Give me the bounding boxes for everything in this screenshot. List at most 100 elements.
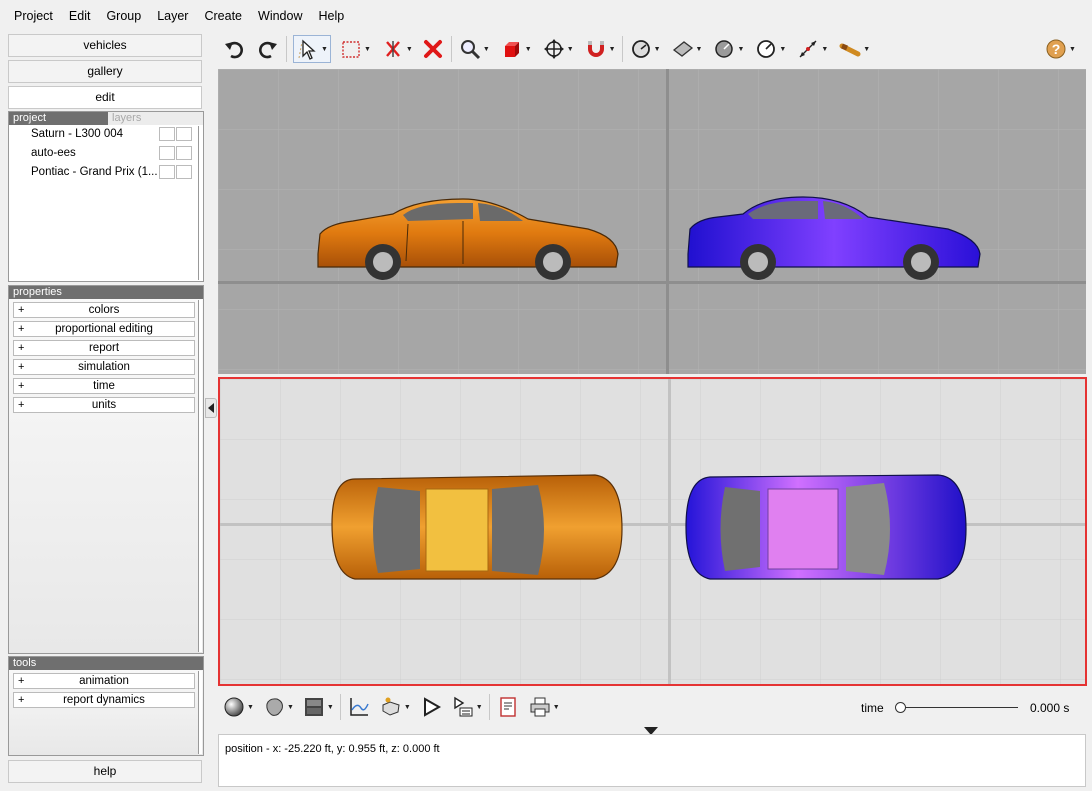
expand-icon: + — [18, 675, 25, 687]
prop-report[interactable]: + report — [13, 340, 195, 356]
pontiac-top-view[interactable] — [331, 474, 623, 580]
time-slider-handle[interactable] — [895, 702, 906, 713]
vehicles-button[interactable]: vehicles — [8, 34, 202, 57]
play-button[interactable] — [419, 693, 443, 721]
toolbar-separator — [286, 36, 287, 62]
chevron-down-icon: ▼ — [326, 703, 334, 711]
measure-icon — [799, 40, 817, 58]
toolbar-separator — [450, 36, 452, 62]
tool-animation[interactable]: + animation — [13, 673, 195, 689]
edit-button[interactable]: edit — [8, 86, 202, 109]
collapse-panel-handle[interactable] — [205, 398, 217, 418]
shading-button[interactable]: ▼ — [222, 693, 254, 721]
help-menu-button[interactable]: ? ▼ — [1044, 35, 1076, 63]
playback-options-button[interactable]: ▼ — [451, 693, 483, 721]
measure-button[interactable]: ▼ — [796, 35, 828, 63]
tab-layers[interactable]: layers — [108, 112, 203, 125]
chevron-down-icon: ▼ — [247, 703, 254, 711]
disc-button[interactable]: ▼ — [712, 35, 744, 63]
menu-help[interactable]: Help — [310, 5, 352, 27]
surface-button[interactable]: ▼ — [671, 35, 702, 63]
menu-project[interactable]: Project — [6, 5, 61, 27]
chevron-down-icon: ▼ — [363, 45, 371, 53]
chevron-down-icon: ▼ — [286, 703, 294, 711]
prop-proportional-editing[interactable]: + proportional editing — [13, 321, 195, 337]
move-button[interactable]: ▼ — [542, 35, 574, 63]
disc-icon — [715, 40, 734, 58]
cube-icon — [504, 42, 519, 57]
project-item[interactable]: Pontiac - Grand Prix (1... — [9, 163, 203, 182]
gallery-button[interactable]: gallery — [8, 60, 202, 83]
gauge-icon — [757, 40, 776, 58]
time-slider-track[interactable] — [898, 707, 1018, 708]
chevron-down-icon: ▼ — [552, 703, 560, 711]
chevron-down-icon: ▼ — [475, 703, 483, 711]
menu-edit[interactable]: Edit — [61, 5, 99, 27]
tire-button[interactable]: ▼ — [629, 35, 661, 63]
main-toolbar: ▼ ▼ ▼ ▼ ▼ ▼ ▼ ▼ ▼ ▼ ▼ ▼ ▼ ? ▼ — [218, 32, 1092, 66]
tools-scrollbar[interactable] — [198, 671, 202, 754]
zoom-button[interactable]: ▼ — [458, 35, 490, 63]
material-button[interactable]: ▼ — [262, 693, 294, 721]
properties-pane: properties + colors + proportional editing… — [8, 285, 204, 654]
report-button[interactable] — [496, 693, 520, 721]
select-tool-button[interactable]: ▼ — [293, 35, 331, 63]
prop-colors[interactable]: + colors — [13, 302, 195, 318]
help-icon: ? — [1046, 39, 1066, 59]
gauge-button[interactable]: ▼ — [754, 35, 786, 63]
chevron-down-icon: ▼ — [653, 45, 661, 53]
undo-icon — [225, 41, 243, 59]
menu-group[interactable]: Group — [98, 5, 149, 27]
delete-button[interactable] — [421, 35, 445, 63]
expand-icon: + — [18, 694, 25, 706]
toolbar-separator — [488, 694, 490, 720]
redo-button[interactable] — [256, 35, 280, 63]
visibility-checkbox[interactable] — [159, 165, 175, 179]
snap-button[interactable]: ▼ — [584, 35, 616, 63]
chevron-down-icon: ▼ — [403, 703, 411, 711]
expand-icon: + — [18, 399, 25, 411]
project-item[interactable]: auto-ees — [9, 144, 203, 163]
hide-delete-button[interactable]: ▼ — [381, 35, 413, 63]
saturn-top-view[interactable] — [685, 474, 967, 580]
project-item[interactable]: Saturn - L300 004 — [9, 125, 203, 144]
lock-checkbox[interactable] — [176, 146, 192, 160]
prop-units[interactable]: + units — [13, 397, 195, 413]
visibility-checkbox[interactable] — [159, 127, 175, 141]
graph-button[interactable] — [347, 693, 371, 721]
lock-checkbox[interactable] — [176, 165, 192, 179]
time-value: 0.000 s — [1030, 701, 1070, 715]
prop-time[interactable]: + time — [13, 378, 195, 394]
tools-pane: tools + animation + report dynamics — [8, 656, 204, 756]
help-button[interactable]: help — [8, 760, 202, 783]
menu-layer[interactable]: Layer — [149, 5, 196, 27]
properties-scrollbar[interactable] — [198, 300, 202, 652]
zoom-icon — [460, 40, 480, 60]
object-button[interactable]: ▼ — [500, 35, 532, 63]
project-scrollbar[interactable] — [198, 126, 202, 280]
menu-window[interactable]: Window — [250, 5, 310, 27]
expand-icon: + — [18, 380, 25, 392]
side-viewport[interactable] — [218, 69, 1086, 374]
graph-icon — [350, 698, 369, 716]
selection-mode-button[interactable]: ▼ — [339, 35, 371, 63]
toolbar-separator — [621, 36, 623, 62]
expand-icon: + — [18, 361, 25, 373]
prop-simulation[interactable]: + simulation — [13, 359, 195, 375]
project-pane: project layers Saturn - L300 004 auto-ee… — [8, 111, 204, 282]
menu-create[interactable]: Create — [196, 5, 250, 27]
camera-button[interactable]: ▼ — [379, 693, 411, 721]
sphere-icon — [224, 697, 244, 717]
undo-button[interactable] — [222, 35, 246, 63]
lock-checkbox[interactable] — [176, 127, 192, 141]
print-button[interactable]: ▼ — [528, 693, 560, 721]
tab-project[interactable]: project — [13, 112, 108, 125]
project-item-label: Saturn - L300 004 — [31, 128, 124, 140]
properties-header: properties — [9, 286, 203, 299]
layout-button[interactable]: ▼ — [302, 693, 334, 721]
tool-button[interactable]: ▼ — [838, 35, 870, 63]
tool-report-dynamics[interactable]: + report dynamics — [13, 692, 195, 708]
visibility-checkbox[interactable] — [159, 146, 175, 160]
top-viewport[interactable] — [218, 377, 1087, 686]
tire-icon — [631, 40, 650, 58]
